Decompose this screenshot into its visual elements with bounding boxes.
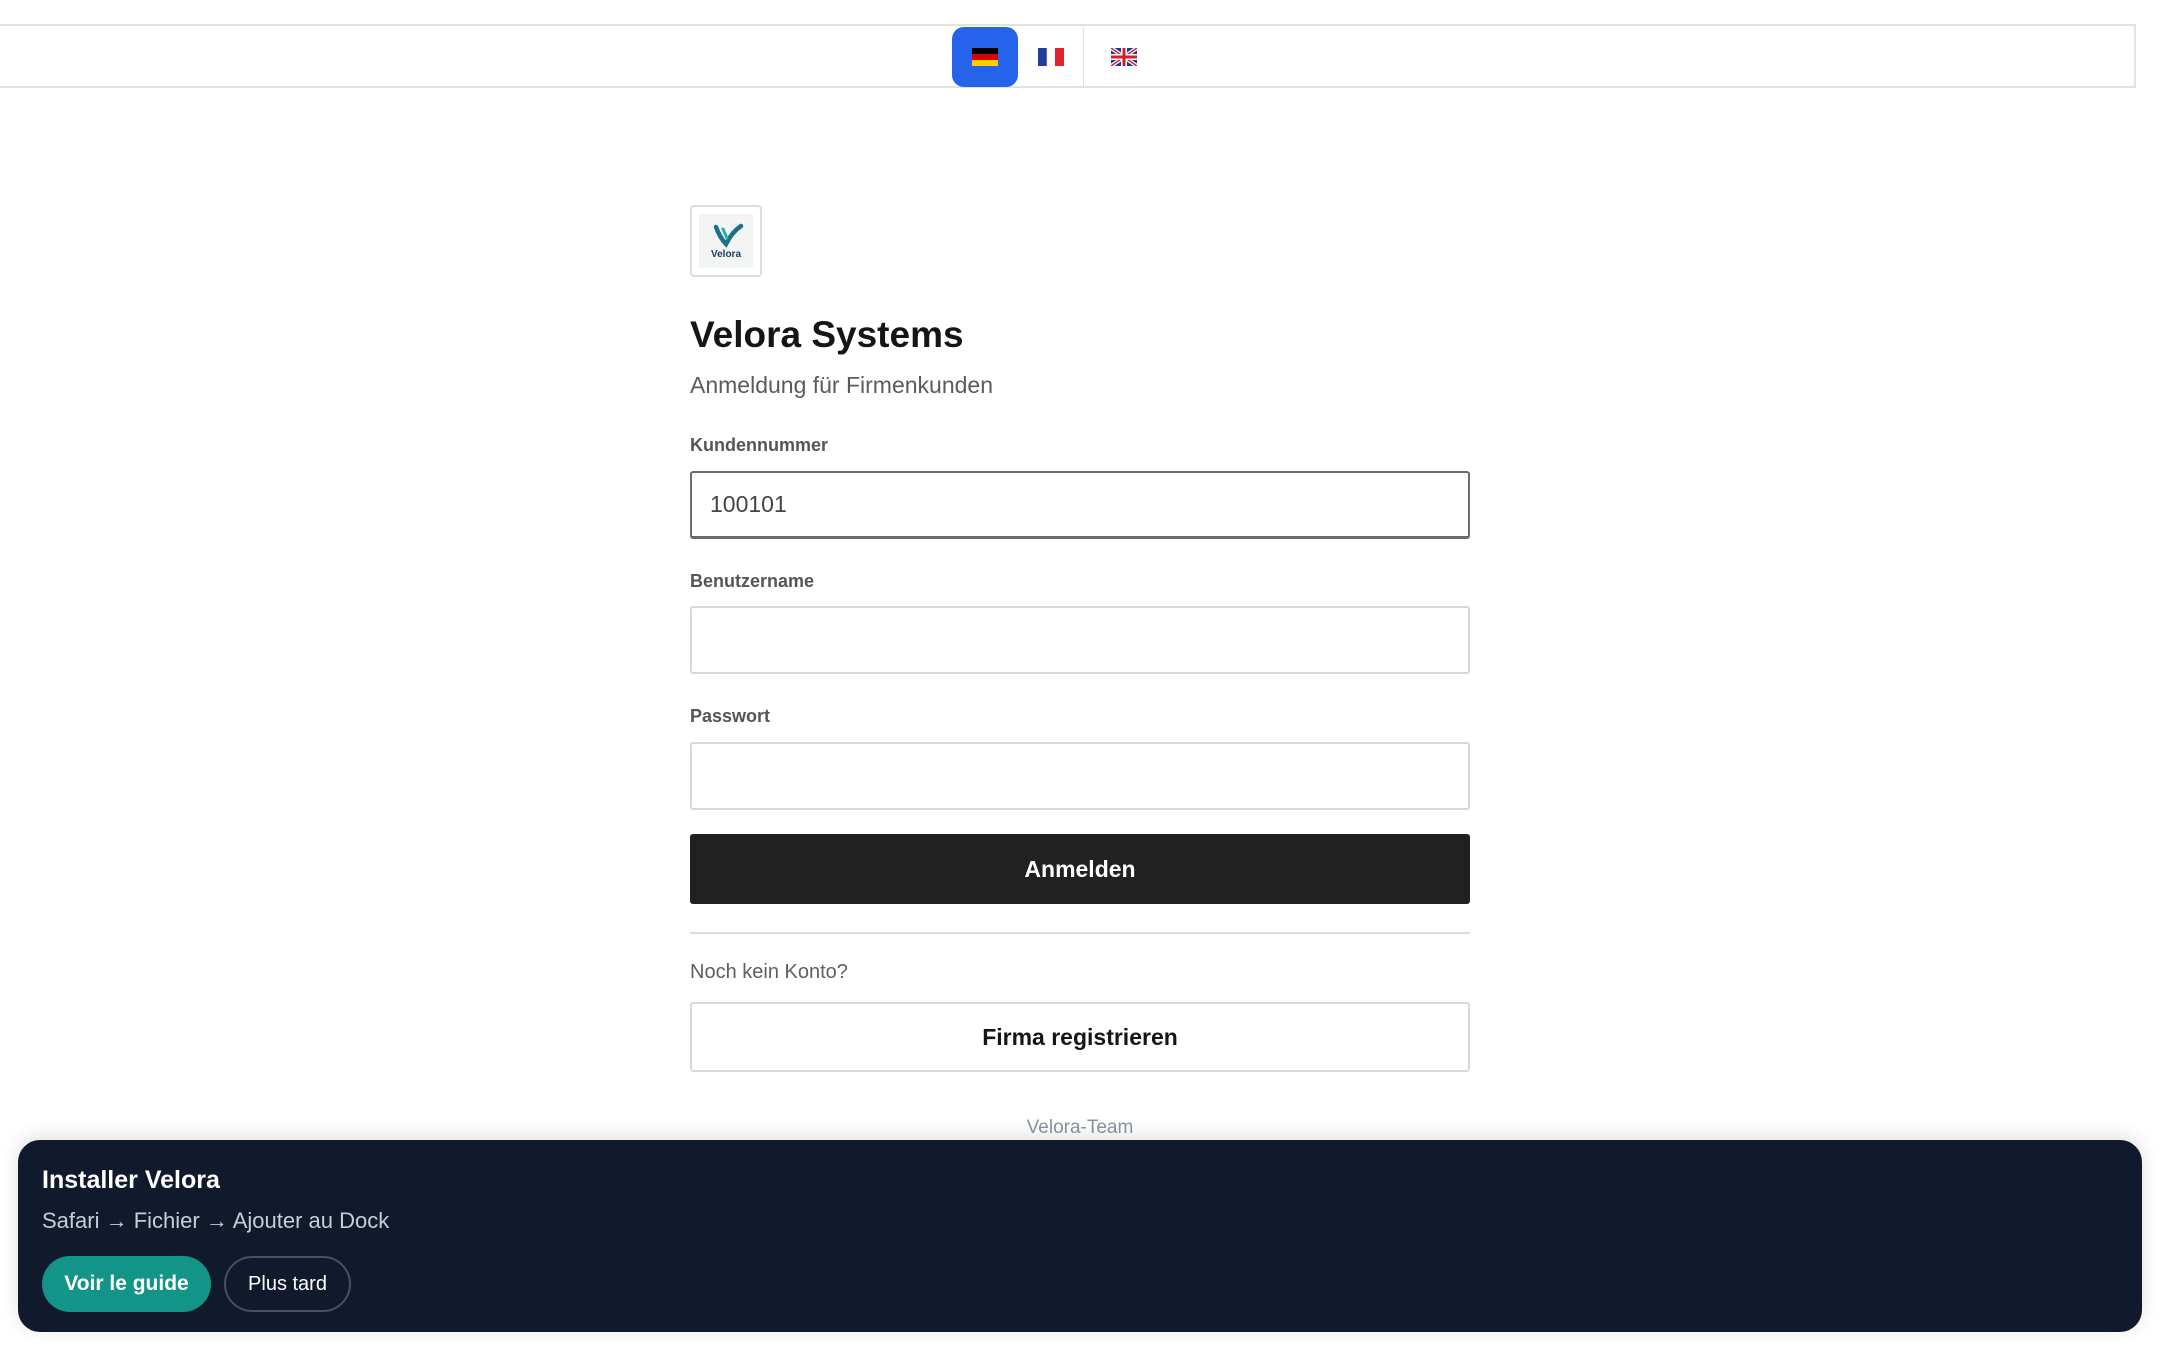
language-en-button[interactable]	[1091, 27, 1157, 87]
login-form: Velora Velora Systems Anmeldung für Firm…	[690, 205, 1470, 1073]
company-logo: Velora	[690, 205, 762, 277]
username-input[interactable]	[690, 606, 1470, 675]
language-de-button[interactable]	[952, 27, 1018, 87]
customer-number-input[interactable]	[690, 470, 1470, 539]
no-account-text: Noch kein Konto?	[690, 961, 848, 984]
svg-text:Velora: Velora	[711, 249, 741, 260]
install-banner: Installer Velora Safari → Fichier → Ajou…	[18, 1140, 2142, 1332]
password-input[interactable]	[690, 742, 1470, 811]
register-company-button[interactable]: Firma registrieren	[690, 1002, 1470, 1073]
page-title: Velora Systems	[690, 314, 964, 355]
team-footer-text: Velora-Team	[1026, 1117, 1134, 1138]
language-fr-button[interactable]	[1018, 27, 1084, 87]
install-banner-title: Installer Velora	[42, 1166, 220, 1194]
flag-uk-icon	[1111, 48, 1137, 66]
flag-germany-icon	[972, 48, 998, 66]
install-banner-instructions: Safari → Fichier → Ajouter au Dock	[42, 1208, 390, 1233]
later-button[interactable]: Plus tard	[224, 1256, 351, 1312]
language-bar	[0, 24, 2136, 88]
password-label: Passwort	[690, 706, 771, 727]
page: Velora Velora Systems Anmeldung für Firm…	[0, 0, 2160, 1350]
view-guide-button[interactable]: Voir le guide	[42, 1256, 211, 1312]
velora-logo-icon: Velora	[699, 214, 753, 268]
divider	[690, 932, 1470, 935]
customer-number-label: Kundennummer	[690, 435, 829, 456]
username-label: Benutzername	[690, 570, 815, 591]
flag-france-icon	[1037, 48, 1064, 66]
login-button[interactable]: Anmelden	[690, 834, 1470, 905]
page-subtitle: Anmeldung für Firmenkunden	[690, 372, 993, 399]
